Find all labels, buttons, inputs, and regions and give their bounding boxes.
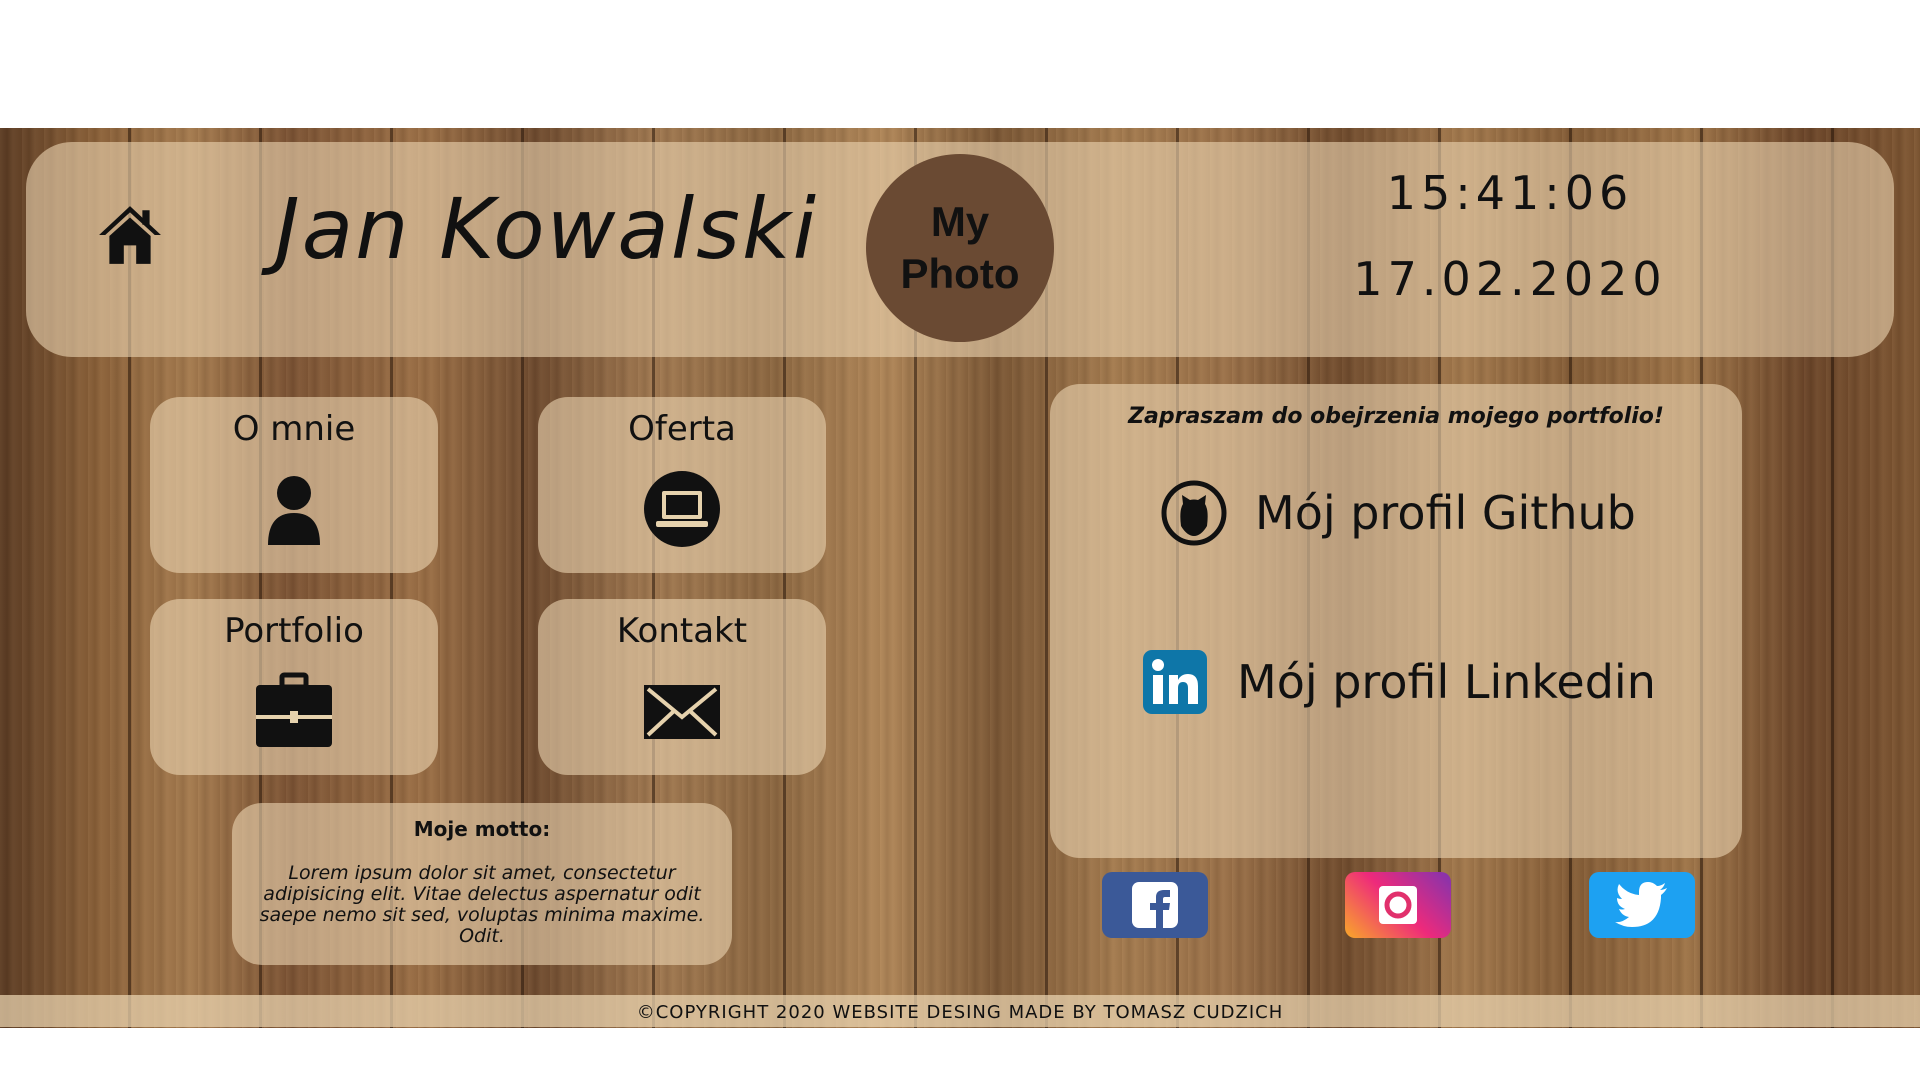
- footer-copyright: ©COPYRIGHT 2020 WEBSITE DESING MADE BY T…: [636, 1002, 1284, 1023]
- clock-time: 15:41:06: [1386, 166, 1634, 220]
- instagram-button[interactable]: [1345, 872, 1451, 938]
- clock-date: 17.02.2020: [1353, 252, 1667, 306]
- linkedin-profile-link[interactable]: Mój profil Linkedin: [1143, 650, 1656, 714]
- site-owner-name: Jan Kowalski: [275, 180, 818, 278]
- github-link-label: Mój profil Github: [1255, 486, 1636, 540]
- twitter-icon: [1615, 882, 1667, 927]
- nav-tile-label: Portfolio: [224, 611, 364, 651]
- portfolio-invite-text: Zapraszam do obejrzenia mojego portfolio…: [1128, 404, 1664, 429]
- nav-tile-about[interactable]: O mnie: [150, 397, 438, 573]
- motto-title: Moje motto:: [413, 817, 551, 841]
- profile-photo-placeholder: My Photo: [866, 154, 1054, 342]
- nav-tile-offer[interactable]: Oferta: [538, 397, 826, 573]
- twitter-button[interactable]: [1589, 872, 1695, 938]
- nav-tile-label: O mnie: [232, 409, 356, 449]
- nav-tile-portfolio[interactable]: Portfolio: [150, 599, 438, 775]
- github-profile-link[interactable]: Mój profil Github: [1161, 480, 1636, 546]
- facebook-button[interactable]: [1102, 872, 1208, 938]
- photo-label-line2: Photo: [900, 250, 1020, 297]
- linkedin-icon: [1143, 650, 1207, 714]
- nav-tile-label: Oferta: [628, 409, 736, 449]
- linkedin-link-label: Mój profil Linkedin: [1237, 655, 1656, 709]
- user-icon: [268, 476, 320, 545]
- facebook-icon: [1132, 882, 1178, 928]
- briefcase-icon: [256, 672, 332, 747]
- envelope-icon: [644, 685, 720, 739]
- nav-tile-contact[interactable]: Kontakt: [538, 599, 826, 775]
- motto-text: Lorem ipsum dolor sit amet, consectetur …: [259, 862, 705, 947]
- laptop-icon: [644, 471, 720, 547]
- github-icon: [1161, 480, 1227, 546]
- home-icon[interactable]: [97, 202, 163, 268]
- portfolio-card: Zapraszam do obejrzenia mojego portfolio…: [1050, 384, 1742, 858]
- instagram-icon: [1379, 886, 1417, 924]
- nav-tile-label: Kontakt: [616, 611, 748, 651]
- photo-label-line1: My: [930, 198, 990, 245]
- motto-card: Moje motto: Lorem ipsum dolor sit amet, …: [232, 803, 732, 965]
